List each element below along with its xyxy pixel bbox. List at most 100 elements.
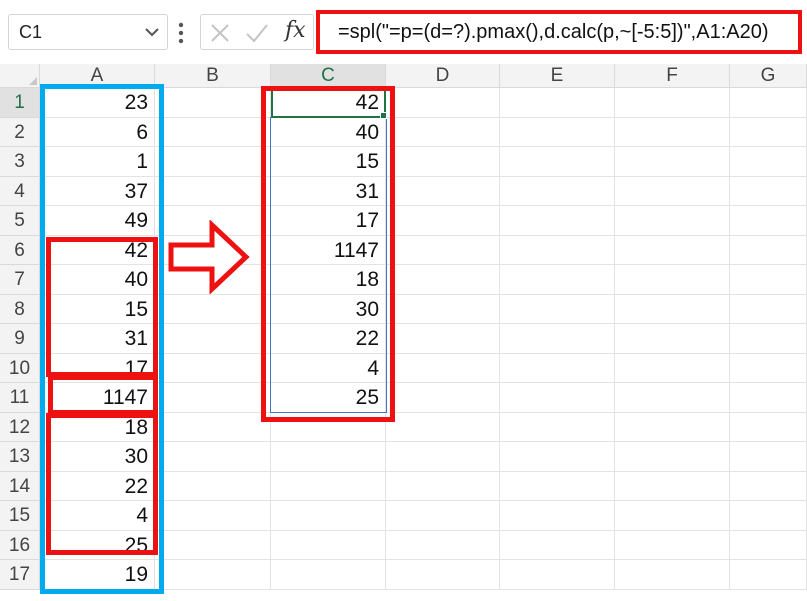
cell-c11[interactable]: 25 <box>271 383 386 413</box>
cell-g16[interactable] <box>730 530 807 560</box>
row-header-4[interactable]: 4 <box>0 176 40 206</box>
cell-f5[interactable] <box>615 206 730 236</box>
column-header-b[interactable]: B <box>155 64 271 88</box>
cell-c16[interactable] <box>271 530 386 560</box>
cell-d6[interactable] <box>386 235 500 265</box>
cell-g13[interactable] <box>730 442 807 472</box>
cell-a14[interactable]: 22 <box>40 471 155 501</box>
cell-c6[interactable]: 1147 <box>271 235 386 265</box>
cell-e6[interactable] <box>500 235 615 265</box>
cell-b8[interactable] <box>155 294 271 324</box>
cell-e10[interactable] <box>500 353 615 383</box>
cell-g11[interactable] <box>730 383 807 413</box>
cell-b2[interactable] <box>155 117 271 147</box>
more-options-icon[interactable] <box>177 22 185 44</box>
cell-g1[interactable] <box>730 88 807 118</box>
cell-c4[interactable]: 31 <box>271 176 386 206</box>
row-header-8[interactable]: 8 <box>0 294 40 324</box>
cell-b3[interactable] <box>155 147 271 177</box>
cell-e4[interactable] <box>500 176 615 206</box>
select-all-corner[interactable] <box>0 64 40 88</box>
cell-c13[interactable] <box>271 442 386 472</box>
cell-a17[interactable]: 19 <box>40 560 155 590</box>
column-header-g[interactable]: G <box>730 64 807 88</box>
cell-a10[interactable]: 17 <box>40 353 155 383</box>
row-header-6[interactable]: 6 <box>0 235 40 265</box>
cell-a7[interactable]: 40 <box>40 265 155 295</box>
cell-c12[interactable] <box>271 412 386 442</box>
cell-f12[interactable] <box>615 412 730 442</box>
cell-e3[interactable] <box>500 147 615 177</box>
cell-e12[interactable] <box>500 412 615 442</box>
row-header-2[interactable]: 2 <box>0 117 40 147</box>
row-header-11[interactable]: 11 <box>0 383 40 413</box>
cell-d15[interactable] <box>386 501 500 531</box>
cell-b13[interactable] <box>155 442 271 472</box>
row-header-1[interactable]: 1 <box>0 88 40 118</box>
cell-b14[interactable] <box>155 471 271 501</box>
cell-f9[interactable] <box>615 324 730 354</box>
cell-g17[interactable] <box>730 560 807 590</box>
cell-d3[interactable] <box>386 147 500 177</box>
cell-e15[interactable] <box>500 501 615 531</box>
row-header-16[interactable]: 16 <box>0 530 40 560</box>
column-header-e[interactable]: E <box>500 64 615 88</box>
row-header-10[interactable]: 10 <box>0 353 40 383</box>
cell-g10[interactable] <box>730 353 807 383</box>
chevron-down-icon[interactable] <box>143 23 161 41</box>
cell-e13[interactable] <box>500 442 615 472</box>
cell-d11[interactable] <box>386 383 500 413</box>
cell-f3[interactable] <box>615 147 730 177</box>
spreadsheet-grid[interactable]: A B C D E F G 1 23 42 2 6 40 3 1 15 4 37 31 5 49 17 6 42 1147 7 40… <box>0 64 807 601</box>
row-header-12[interactable]: 12 <box>0 412 40 442</box>
cell-d17[interactable] <box>386 560 500 590</box>
cell-d12[interactable] <box>386 412 500 442</box>
cell-a9[interactable]: 31 <box>40 324 155 354</box>
cell-f15[interactable] <box>615 501 730 531</box>
cell-c2[interactable]: 40 <box>271 117 386 147</box>
column-header-a[interactable]: A <box>40 64 155 88</box>
cell-a6[interactable]: 42 <box>40 235 155 265</box>
cell-g2[interactable] <box>730 117 807 147</box>
cell-a16[interactable]: 25 <box>40 530 155 560</box>
cell-a4[interactable]: 37 <box>40 176 155 206</box>
row-header-7[interactable]: 7 <box>0 265 40 295</box>
cell-b11[interactable] <box>155 383 271 413</box>
cell-d7[interactable] <box>386 265 500 295</box>
cell-d10[interactable] <box>386 353 500 383</box>
cell-g14[interactable] <box>730 471 807 501</box>
cell-a8[interactable]: 15 <box>40 294 155 324</box>
cell-b15[interactable] <box>155 501 271 531</box>
row-header-3[interactable]: 3 <box>0 147 40 177</box>
cell-c17[interactable] <box>271 560 386 590</box>
cell-c10[interactable]: 4 <box>271 353 386 383</box>
cell-c3[interactable]: 15 <box>271 147 386 177</box>
cell-g8[interactable] <box>730 294 807 324</box>
cell-e1[interactable] <box>500 88 615 118</box>
cell-f4[interactable] <box>615 176 730 206</box>
cell-e8[interactable] <box>500 294 615 324</box>
cell-e14[interactable] <box>500 471 615 501</box>
cell-d2[interactable] <box>386 117 500 147</box>
cell-d1[interactable] <box>386 88 500 118</box>
cell-a1[interactable]: 23 <box>40 88 155 118</box>
cell-c5[interactable]: 17 <box>271 206 386 236</box>
cell-e11[interactable] <box>500 383 615 413</box>
cell-d16[interactable] <box>386 530 500 560</box>
cell-e9[interactable] <box>500 324 615 354</box>
cell-b4[interactable] <box>155 176 271 206</box>
cell-b12[interactable] <box>155 412 271 442</box>
cell-f6[interactable] <box>615 235 730 265</box>
row-header-9[interactable]: 9 <box>0 324 40 354</box>
cell-a3[interactable]: 1 <box>40 147 155 177</box>
cell-g5[interactable] <box>730 206 807 236</box>
cell-f17[interactable] <box>615 560 730 590</box>
formula-text[interactable]: =spl("=p=(d=?).pmax(),d.calc(p,~[-5:5])"… <box>338 21 769 44</box>
cell-c8[interactable]: 30 <box>271 294 386 324</box>
cell-c14[interactable] <box>271 471 386 501</box>
cell-a12[interactable]: 18 <box>40 412 155 442</box>
cell-e7[interactable] <box>500 265 615 295</box>
cell-g3[interactable] <box>730 147 807 177</box>
fill-handle[interactable] <box>380 112 387 119</box>
cell-a5[interactable]: 49 <box>40 206 155 236</box>
